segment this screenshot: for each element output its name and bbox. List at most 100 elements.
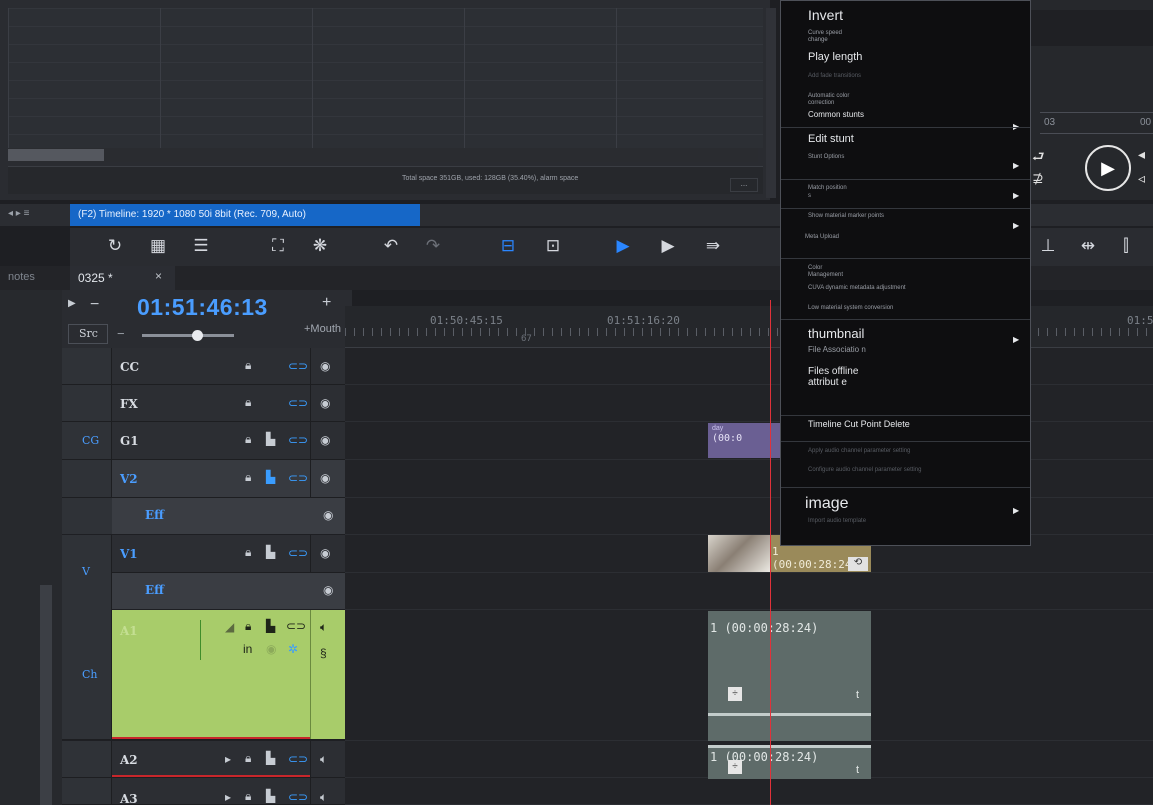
- refresh-icon[interactable]: ↻: [102, 236, 128, 256]
- menu-item-fade[interactable]: Add fade transitions: [808, 73, 861, 80]
- speaker-icon[interactable]: 🔈︎: [320, 620, 327, 635]
- visibility-icon[interactable]: ◉: [323, 583, 333, 597]
- speaker-icon[interactable]: 🔈︎: [320, 752, 327, 767]
- menu-item-play-length[interactable]: Play length: [808, 51, 862, 63]
- track-header-fx[interactable]: FX 🔒︎ ⊂⊃ ◉: [62, 385, 345, 422]
- expand-icon[interactable]: ▶: [68, 298, 76, 309]
- more-button[interactable]: ...: [730, 178, 758, 192]
- scale-minus-icon[interactable]: −: [117, 326, 125, 341]
- menu-item-import-template[interactable]: Import audio template: [808, 518, 866, 525]
- mark-icon[interactable]: ⊉: [1032, 170, 1044, 187]
- link-icon[interactable]: ⊂⊃: [288, 433, 308, 447]
- mouth-button[interactable]: +Mouth: [304, 323, 341, 335]
- link-icon[interactable]: ⊂⊃: [288, 359, 308, 373]
- audio-clip[interactable]: 1 (00:00:28:24) ÷ t: [708, 611, 871, 741]
- track-header-v2[interactable]: V2 🔒︎ ▙ ⊂⊃ ◉: [62, 460, 345, 498]
- ripple-icon[interactable]: ⇹: [1075, 236, 1101, 256]
- zoom-slider-handle[interactable]: [192, 330, 203, 341]
- sidebar-scrollbar[interactable]: [40, 585, 52, 805]
- audio-clip[interactable]: 1 (00:00:28:24) ÷ t: [708, 745, 871, 779]
- menu-item-color-management[interactable]: Color Management: [808, 265, 848, 279]
- redo-icon[interactable]: ↷: [420, 236, 446, 256]
- bin-hscroll-thumb[interactable]: [8, 149, 104, 161]
- lock-icon[interactable]: 🔒︎: [245, 470, 251, 485]
- visibility-icon[interactable]: ◉: [320, 396, 330, 410]
- menu-item-cut-point-delete[interactable]: Timeline Cut Point Delete: [808, 418, 910, 430]
- menu-item-low-material[interactable]: Low material system conversion: [808, 305, 893, 312]
- link-icon[interactable]: ⊂⊃: [286, 619, 306, 633]
- slate-icon[interactable]: ⛶: [265, 236, 291, 256]
- lock-icon[interactable]: 🔒︎: [245, 751, 251, 766]
- track-lane-fx[interactable]: [345, 385, 1153, 422]
- menu-item-curve-speed[interactable]: Curve speed change: [808, 30, 858, 44]
- visibility-icon[interactable]: ◉: [320, 546, 330, 560]
- clipboard-icon[interactable]: ▙: [266, 619, 275, 633]
- player-ruler[interactable]: 03 00: [1040, 112, 1153, 134]
- track-header-v1[interactable]: V V1 🔒︎ ▙ ⊂⊃ ◉: [62, 535, 345, 610]
- visibility-icon[interactable]: ◉: [320, 359, 330, 373]
- menu-item-apply-audio[interactable]: Apply audio channel parameter setting: [808, 448, 910, 455]
- menu-item-edit-stunt[interactable]: Edit stunt: [808, 133, 854, 145]
- menu-item-image[interactable]: image: [805, 495, 849, 513]
- keyframe-icon[interactable]: ÷: [728, 687, 742, 701]
- link-icon[interactable]: ⊂⊃: [288, 752, 308, 766]
- cg-clip[interactable]: day (00:0: [708, 423, 783, 458]
- bin-vscrollbar[interactable]: [766, 8, 776, 198]
- loop-icon[interactable]: ⮐: [1032, 146, 1045, 170]
- timecode-display[interactable]: 01:51:46:13: [137, 294, 268, 321]
- track-lane-cc[interactable]: [345, 348, 1153, 385]
- close-tab-icon[interactable]: ×: [155, 269, 162, 283]
- v1-effect-row[interactable]: Eff ◉: [112, 573, 345, 609]
- notes-label[interactable]: notes: [8, 271, 35, 283]
- split-icon[interactable]: ⫿: [1113, 236, 1139, 256]
- track-header-a1[interactable]: Ch A1 ◢ 🔒︎ ▙ ⊂⊃ in ◉ ✲ 🔈︎ §: [62, 610, 345, 740]
- channel-icon[interactable]: ✲: [288, 642, 298, 656]
- track-lane-v2[interactable]: [345, 460, 1153, 498]
- speaker-icon[interactable]: 🔈︎: [320, 790, 327, 805]
- solo-icon[interactable]: ◉: [266, 642, 276, 656]
- link-icon[interactable]: ⊂⊃: [288, 790, 308, 804]
- list-view-icon[interactable]: ☰: [188, 236, 214, 256]
- menu-item-thumbnail[interactable]: thumbnail: [808, 326, 864, 341]
- clipboard-icon[interactable]: ▙: [266, 789, 275, 803]
- zoom-out-icon[interactable]: −: [90, 296, 99, 314]
- track-header-g1[interactable]: CG G1 🔒︎ ▙ ⊂⊃ ◉: [62, 422, 345, 460]
- nav-arrows-icon[interactable]: ◂ ▸ ≡: [8, 208, 29, 219]
- clipboard-icon[interactable]: ▙: [266, 470, 275, 484]
- visibility-icon[interactable]: ◉: [323, 508, 333, 522]
- expand-icon[interactable]: ◢: [225, 620, 234, 634]
- grid-view-icon[interactable]: ▦: [145, 236, 171, 256]
- timeline-ruler[interactable]: 01:50:45:15 01:51:16:20 01:5 67: [345, 306, 1153, 348]
- audio-level-line[interactable]: [708, 713, 871, 716]
- clipboard-icon[interactable]: ▙: [266, 545, 275, 559]
- bin-grid[interactable]: [8, 8, 763, 148]
- v2-effect-row[interactable]: Eff ◉: [112, 498, 345, 534]
- track-lane-a3[interactable]: [345, 778, 1153, 805]
- color-icon[interactable]: ❋: [307, 236, 333, 256]
- keyframe-icon[interactable]: ÷: [728, 760, 742, 774]
- clipboard-icon[interactable]: ▙: [266, 751, 275, 765]
- src-label[interactable]: Src: [68, 324, 108, 344]
- mark-out-icon[interactable]: ◃: [1138, 170, 1145, 187]
- link-icon[interactable]: ⊂⊃: [288, 396, 308, 410]
- menu-item-common-stunts[interactable]: Common stunts: [808, 111, 864, 119]
- menu-item-invert[interactable]: Invert: [808, 7, 843, 23]
- track-header-a2[interactable]: A2 ▸ 🔒︎ ▙ ⊂⊃ 🔈︎: [62, 741, 345, 778]
- insert-mode-icon[interactable]: ⊟: [495, 236, 521, 256]
- visibility-icon[interactable]: ◉: [320, 471, 330, 485]
- lock-icon[interactable]: 🔒︎: [245, 358, 251, 373]
- menu-item-stunt-options[interactable]: Stunt Options: [808, 154, 844, 161]
- menu-item-show-marker[interactable]: Show material marker points: [808, 213, 884, 220]
- menu-item-configure-audio[interactable]: Configure audio channel parameter settin…: [808, 467, 921, 474]
- lock-icon[interactable]: 🔒︎: [245, 432, 251, 447]
- track-lane-v1-effect[interactable]: [345, 573, 1153, 610]
- track-header-cc[interactable]: CC 🔒︎ ⊂⊃ ◉: [62, 348, 345, 385]
- menu-item-auto-color[interactable]: Automatic color correction: [808, 93, 868, 107]
- visibility-icon[interactable]: ◉: [320, 433, 330, 447]
- playhead[interactable]: [770, 300, 771, 805]
- zoom-slider[interactable]: [142, 334, 234, 337]
- clipboard-icon[interactable]: ▙: [266, 432, 275, 446]
- mark-clip-icon[interactable]: ▶: [610, 236, 636, 256]
- overwrite-mode-icon[interactable]: ⊡: [540, 236, 566, 256]
- select-track-icon[interactable]: ⇛: [700, 236, 726, 256]
